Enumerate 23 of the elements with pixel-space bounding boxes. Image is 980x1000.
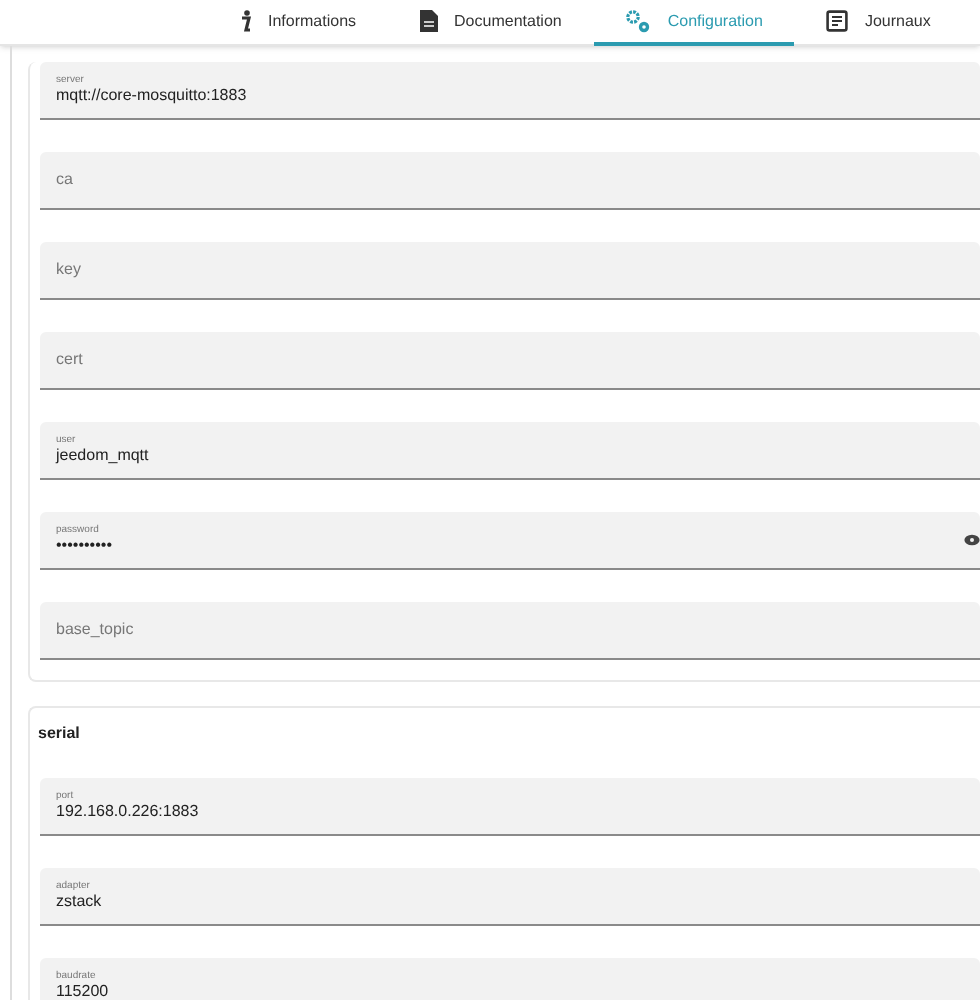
field-value: zstack bbox=[56, 892, 102, 912]
field-value: mqtt://core-mosquitto:1883 bbox=[56, 86, 247, 106]
log-icon bbox=[826, 10, 849, 32]
info-icon bbox=[240, 10, 252, 32]
input-field[interactable]: cert bbox=[40, 332, 980, 390]
input-field[interactable]: ca bbox=[40, 152, 980, 210]
tab[interactable]: Documentation bbox=[388, 0, 594, 46]
field-value: 115200 bbox=[56, 982, 109, 1000]
document-icon bbox=[420, 10, 439, 32]
field-value: 192.168.0.226:1883 bbox=[56, 802, 199, 822]
field-label: key bbox=[56, 260, 81, 280]
tab[interactable]: Informations bbox=[208, 0, 389, 46]
field-value: •••••••••• bbox=[56, 536, 113, 556]
section-title: serial bbox=[38, 722, 80, 746]
field-value: jeedom_mqtt bbox=[56, 446, 149, 466]
tab[interactable]: Journaux bbox=[794, 0, 963, 46]
gears-icon bbox=[625, 9, 652, 33]
field-label: base_topic bbox=[56, 620, 134, 640]
field-label: cert bbox=[56, 350, 83, 370]
field-label: ca bbox=[56, 170, 73, 190]
eye-icon[interactable] bbox=[964, 534, 980, 546]
input-field[interactable]: key bbox=[40, 242, 980, 300]
input-field[interactable]: base_topic bbox=[40, 602, 980, 660]
